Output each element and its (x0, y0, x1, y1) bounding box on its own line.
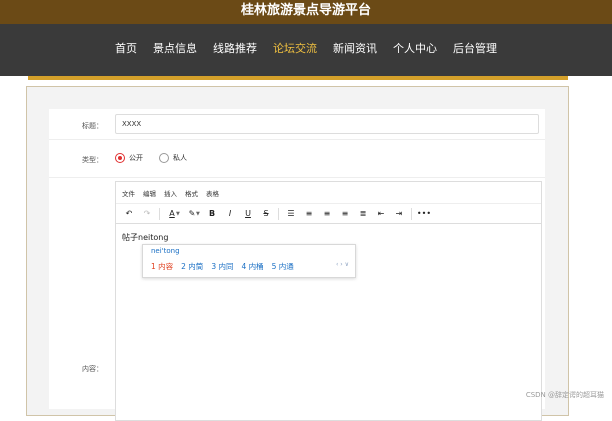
site-header: 桂林旅游景点导游平台 (0, 0, 612, 24)
nav-item-profile[interactable]: 个人中心 (385, 42, 445, 56)
watermark: CSDN @辞定谔的超耳猫 (525, 391, 604, 399)
nav-item-forum[interactable]: 论坛交流 (265, 42, 325, 56)
editor-content[interactable]: 帖子neitong (122, 232, 168, 243)
accent-divider (28, 76, 568, 80)
title-input[interactable]: XXXX (115, 114, 539, 134)
menu-format[interactable]: 格式 (185, 188, 198, 198)
post-form: 标题： XXXX 类型： 公开 私人 内容： 文件 编辑 插入 格式 表格 ↶ … (49, 109, 545, 421)
menu-edit[interactable]: 编辑 (143, 188, 156, 198)
menu-table[interactable]: 表格 (206, 188, 219, 198)
ime-page-nav[interactable]: ‹ › ∨ (336, 261, 349, 268)
radio-unchecked-icon[interactable] (159, 153, 169, 163)
outdent-icon[interactable]: ⇤ (372, 206, 390, 222)
content-label: 内容： (82, 365, 103, 373)
toolbar-divider (411, 207, 412, 220)
italic-icon[interactable]: I (221, 206, 239, 222)
toolbar-divider (159, 207, 160, 220)
radio-private-label: 私人 (173, 154, 187, 162)
title-row: 标题： XXXX (49, 109, 545, 140)
editor-menubar: 文件 编辑 插入 格式 表格 (116, 182, 541, 204)
bold-icon[interactable]: B (203, 206, 221, 222)
nav-item-routes[interactable]: 线路推荐 (205, 42, 265, 56)
strikethrough-icon[interactable]: S (257, 206, 275, 222)
chevron-down-icon[interactable]: ▼ (176, 211, 183, 217)
nav-item-admin[interactable]: 后台管理 (445, 42, 505, 56)
ime-candidates: 1 内容 2 内筒 3 内同 4 内桶 5 内通 (151, 261, 294, 272)
form-panel: 标题： XXXX 类型： 公开 私人 内容： 文件 编辑 插入 格式 表格 ↶ … (26, 86, 569, 421)
ime-candidate-popup[interactable]: nei'tong 1 内容 2 内筒 3 内同 4 内桶 5 内通 ‹ › ∨ (142, 244, 356, 278)
radio-public-label: 公开 (129, 154, 143, 162)
toolbar-divider (278, 207, 279, 220)
align-right-icon[interactable]: ≡ (336, 206, 354, 222)
menu-insert[interactable]: 插入 (164, 188, 177, 198)
ime-candidate[interactable]: 4 内桶 (241, 261, 263, 272)
radio-public[interactable]: 公开 (115, 153, 143, 163)
redo-icon[interactable]: ↷ (138, 206, 156, 222)
editor-toolbar: ↶ ↷ A ▼ ✎ ▼ B I U S ☰ ≡ ≡ ≡ ≣ ⇤ ⇥ ••• (116, 204, 541, 224)
list-icon[interactable]: ☰ (282, 206, 300, 222)
title-label: 标题： (82, 122, 103, 130)
menu-file[interactable]: 文件 (122, 188, 135, 198)
align-center-icon[interactable]: ≡ (318, 206, 336, 222)
nav-list: 首页 景点信息 线路推荐 论坛交流 新闻资讯 个人中心 后台管理 (0, 42, 612, 56)
ime-candidate[interactable]: 1 内容 (151, 261, 173, 272)
nav-item-attractions[interactable]: 景点信息 (145, 42, 205, 56)
radio-checked-icon[interactable] (115, 153, 125, 163)
align-justify-icon[interactable]: ≣ (354, 206, 372, 222)
ime-pinyin: nei'tong (151, 247, 180, 255)
underline-icon[interactable]: U (239, 206, 257, 222)
site-title: 桂林旅游景点导游平台 (240, 3, 371, 18)
indent-icon[interactable]: ⇥ (390, 206, 408, 222)
main-nav: 首页 景点信息 线路推荐 论坛交流 新闻资讯 个人中心 后台管理 (0, 24, 612, 76)
rich-text-editor[interactable]: 文件 编辑 插入 格式 表格 ↶ ↷ A ▼ ✎ ▼ B I U S ☰ ≡ ≡… (115, 181, 542, 421)
type-row: 类型： 公开 私人 (49, 139, 545, 178)
ime-candidate[interactable]: 5 内通 (272, 261, 294, 272)
align-left-icon[interactable]: ≡ (300, 206, 318, 222)
ime-candidate[interactable]: 2 内筒 (181, 261, 203, 272)
type-label: 类型： (82, 156, 103, 164)
radio-private[interactable]: 私人 (159, 153, 187, 163)
ime-candidate[interactable]: 3 内同 (211, 261, 233, 272)
more-icon[interactable]: ••• (415, 206, 433, 222)
nav-item-home[interactable]: 首页 (107, 42, 145, 56)
undo-icon[interactable]: ↶ (120, 206, 138, 222)
chevron-down-icon[interactable]: ▼ (196, 211, 203, 217)
nav-item-news[interactable]: 新闻资讯 (325, 42, 385, 56)
